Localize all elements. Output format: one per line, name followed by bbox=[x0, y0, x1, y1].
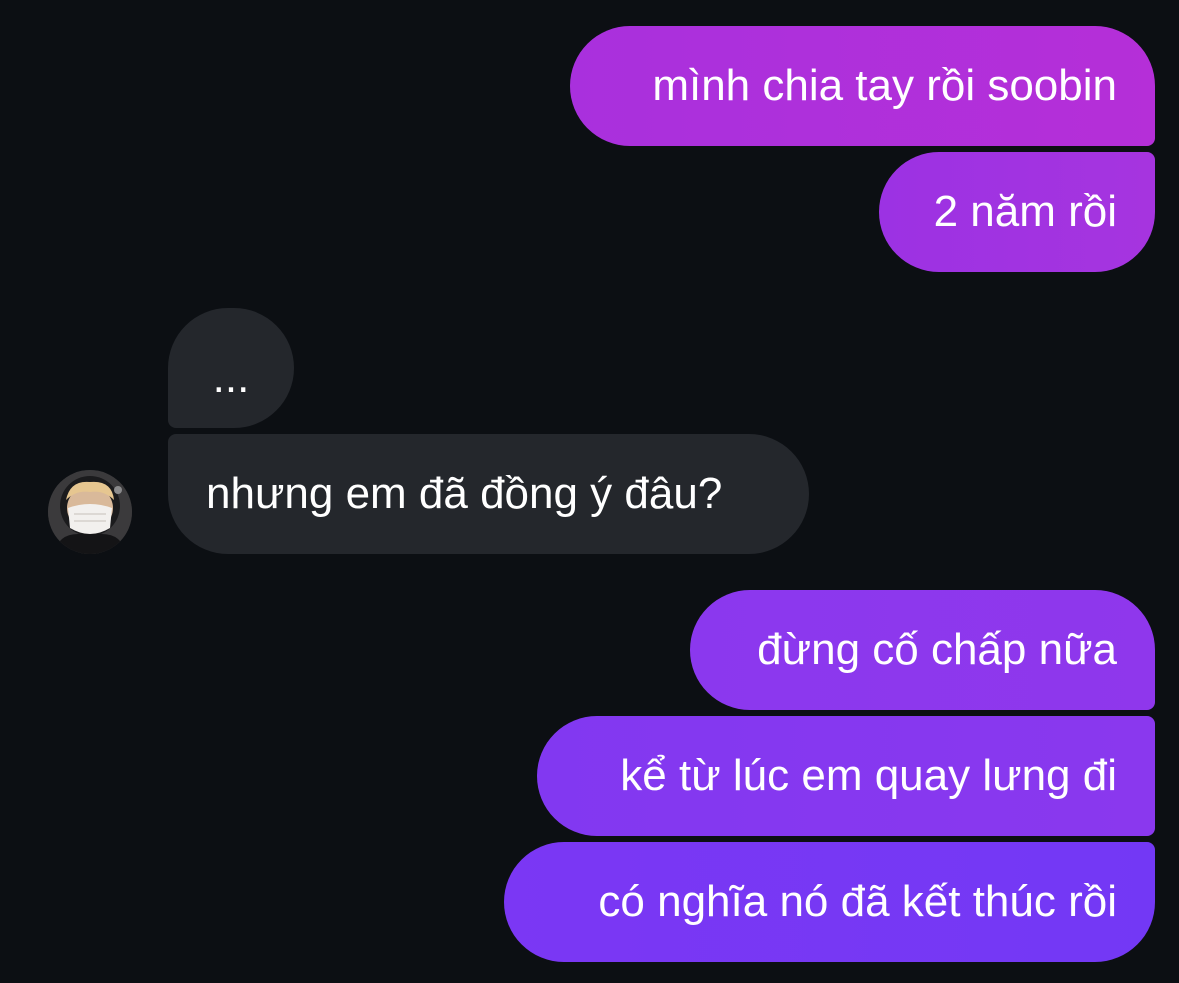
sent-message[interactable]: có nghĩa nó đã kết thúc rồi bbox=[504, 842, 1155, 962]
sent-message[interactable]: 2 năm rồi bbox=[879, 152, 1155, 272]
sent-message[interactable]: kể từ lúc em quay lưng đi bbox=[537, 716, 1155, 836]
sent-message[interactable]: đừng cố chấp nữa bbox=[690, 590, 1155, 710]
received-message[interactable]: ... bbox=[168, 308, 294, 428]
user-avatar-masked-icon bbox=[48, 470, 132, 554]
received-message[interactable]: nhưng em đã đồng ý đâu? bbox=[168, 434, 809, 554]
chat-thread: mình chia tay rồi soobin 2 năm rồi ... n… bbox=[0, 0, 1179, 983]
avatar[interactable] bbox=[48, 470, 132, 554]
sent-message[interactable]: mình chia tay rồi soobin bbox=[570, 26, 1155, 146]
